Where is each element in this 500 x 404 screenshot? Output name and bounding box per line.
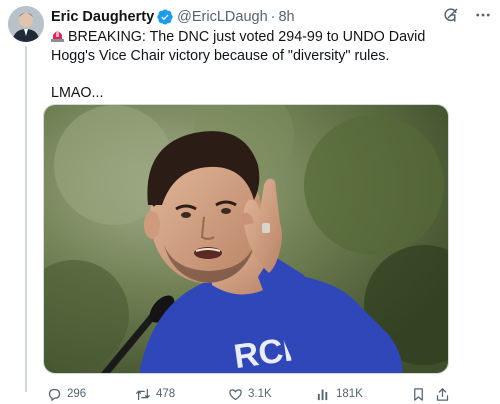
grok-icon[interactable] bbox=[442, 6, 460, 28]
tweet-time[interactable]: 8h bbox=[278, 9, 294, 25]
views-button[interactable]: 181K bbox=[316, 386, 363, 402]
reply-count: 296 bbox=[67, 388, 87, 400]
tweet-text-line-1-content: BREAKING: The DNC just voted 294-99 to U… bbox=[51, 29, 426, 64]
avatar-column bbox=[8, 6, 44, 42]
tweet-card[interactable]: Eric Daugherty @EricLDaugh · 8h BREAKING… bbox=[0, 0, 500, 404]
tweet-text-line-1: BREAKING: The DNC just voted 294-99 to U… bbox=[51, 28, 471, 65]
reply-button[interactable]: 296 bbox=[47, 386, 86, 402]
like-count: 3.1K bbox=[248, 388, 272, 400]
share-icon bbox=[435, 387, 450, 402]
tweet-text: BREAKING: The DNC just voted 294-99 to U… bbox=[51, 28, 471, 102]
bookmark-button[interactable] bbox=[411, 386, 426, 402]
retweet-button[interactable]: 478 bbox=[135, 386, 175, 402]
retweet-icon bbox=[135, 387, 151, 402]
more-icon[interactable] bbox=[474, 6, 492, 28]
tweet-text-line-2: LMAO... bbox=[51, 84, 104, 101]
avatar[interactable] bbox=[8, 6, 44, 42]
bookmark-icon bbox=[411, 387, 426, 402]
views-chart-icon bbox=[316, 387, 331, 402]
tweet-header: Eric Daugherty @EricLDaugh · 8h bbox=[51, 7, 492, 27]
header-actions bbox=[442, 7, 492, 27]
rotating-light-emoji-icon bbox=[51, 29, 64, 42]
retweet-count: 478 bbox=[156, 388, 176, 400]
verified-badge-icon bbox=[157, 9, 173, 25]
views-count: 181K bbox=[336, 388, 363, 400]
author-handle[interactable]: @EricLDaugh bbox=[177, 9, 267, 25]
tweet-media-photo[interactable]: RCH bbox=[43, 104, 449, 374]
like-button[interactable]: 3.1K bbox=[228, 386, 272, 402]
share-button[interactable] bbox=[435, 386, 450, 402]
reply-icon bbox=[47, 387, 62, 402]
header-separator: · bbox=[270, 9, 276, 25]
heart-icon bbox=[228, 387, 243, 402]
author-name[interactable]: Eric Daugherty bbox=[51, 9, 154, 25]
thread-line bbox=[25, 46, 27, 392]
tweet-actions: 296 478 3.1K 181K bbox=[43, 386, 453, 402]
